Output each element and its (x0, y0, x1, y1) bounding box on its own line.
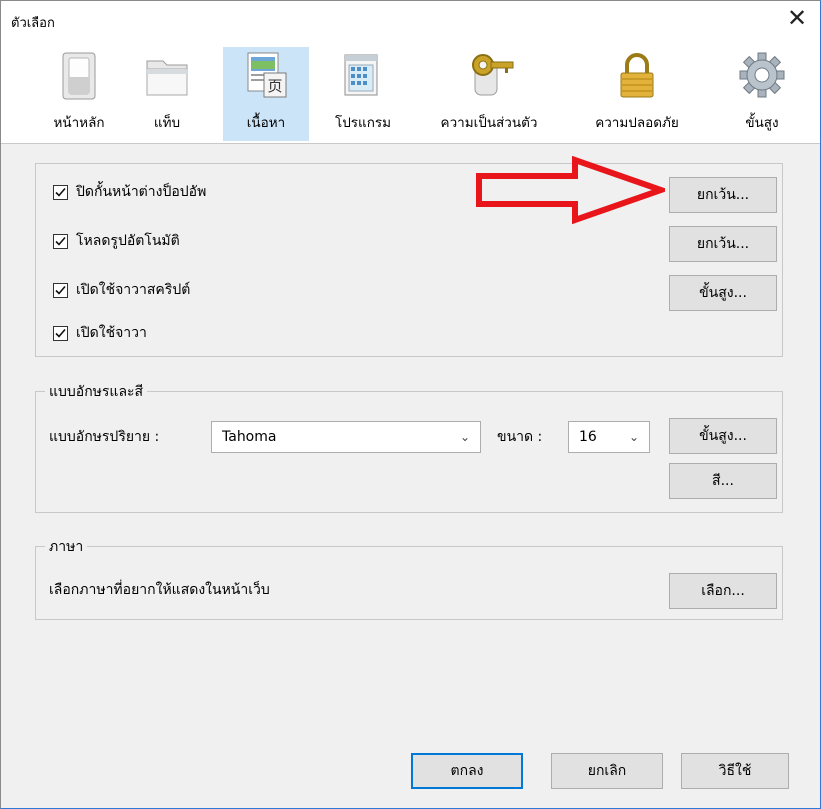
image-exceptions-button[interactable]: ยกเว้น... (669, 226, 777, 262)
tab-security[interactable]: ความปลอดภัย (575, 47, 699, 141)
load-images-checkbox[interactable] (53, 233, 68, 249)
default-font-value: Tahoma (222, 429, 277, 445)
tab-advanced[interactable]: ขั้นสูง (727, 47, 797, 141)
tab-label: โปรแกรม (334, 115, 392, 131)
switch-icon (62, 52, 96, 100)
checkmark-icon (55, 236, 66, 246)
tab-tabs[interactable]: แท็บ (135, 47, 199, 141)
checkmark-icon (55, 328, 66, 338)
fonts-advanced-button[interactable]: ขั้นสูง... (669, 418, 777, 454)
javascript-advanced-button[interactable]: ขั้นสูง... (669, 275, 777, 311)
content-page-icon: 页 (247, 52, 287, 98)
load-images-label: โหลดรูปอัตโนมัติ (76, 233, 180, 249)
popup-exceptions-button[interactable]: ยกเว้น... (669, 177, 777, 213)
gear-icon (739, 52, 785, 98)
title-bar: ตัวเลือก ✕ (1, 1, 820, 39)
chevron-down-icon: ⌄ (459, 430, 470, 444)
tab-label: ความเป็นส่วนตัว (440, 115, 538, 131)
font-size-label: ขนาด : (497, 429, 543, 445)
category-toolbar: หน้าหลัก แท็บ 页 เนื้อหา โปรแกรม ความเป็น… (1, 39, 820, 144)
tab-label: ขั้นสูง (745, 115, 779, 131)
load-images-option[interactable]: โหลดรูปอัตโนมัติ (53, 231, 180, 251)
applications-icon (344, 54, 378, 96)
default-font-label: แบบอักษรปริยาย : (49, 429, 160, 445)
tab-main[interactable]: หน้าหลัก (31, 47, 127, 141)
help-button[interactable]: วิธีใช้ (681, 753, 789, 789)
enable-javascript-label: เปิดใช้จาวาสคริปต์ (76, 282, 191, 298)
tab-label: หน้าหลัก (53, 115, 105, 131)
folder-tab-icon (146, 60, 188, 96)
block-popups-option[interactable]: ปิดกั้นหน้าต่างป็อปอัพ (53, 182, 206, 202)
choose-languages-button[interactable]: เลือก... (669, 573, 777, 609)
window-title: ตัวเลือก (11, 16, 55, 31)
colors-button[interactable]: สี... (669, 463, 777, 499)
privacy-key-icon (472, 54, 514, 96)
enable-java-option[interactable]: เปิดใช้จาวา (53, 323, 147, 343)
languages-legend: ภาษา (45, 536, 88, 558)
chevron-down-icon: ⌄ (628, 430, 639, 444)
enable-java-checkbox[interactable] (53, 325, 68, 341)
default-font-select[interactable]: Tahoma ⌄ (211, 421, 481, 453)
fonts-colors-legend: แบบอักษรและสี (45, 381, 148, 403)
font-size-value: 16 (579, 429, 597, 445)
annotation-arrow-icon (476, 156, 665, 224)
block-popups-checkbox[interactable] (53, 184, 68, 200)
tab-label: เนื้อหา (246, 115, 286, 131)
tab-label: แท็บ (153, 115, 181, 131)
checkmark-icon (55, 187, 66, 197)
languages-description: เลือกภาษาที่อยากให้แสดงในหน้าเว็บ (49, 582, 270, 598)
close-icon[interactable]: ✕ (780, 3, 814, 33)
block-popups-label: ปิดกั้นหน้าต่างป็อปอัพ (76, 184, 207, 200)
enable-javascript-option[interactable]: เปิดใช้จาวาสคริปต์ (53, 280, 190, 300)
tab-content[interactable]: 页 เนื้อหา (223, 47, 309, 141)
ok-button[interactable]: ตกลง (411, 753, 523, 789)
font-size-select[interactable]: 16 ⌄ (568, 421, 650, 453)
cancel-button[interactable]: ยกเลิก (551, 753, 663, 789)
svg-text:页: 页 (267, 77, 282, 95)
enable-javascript-checkbox[interactable] (53, 282, 68, 298)
tab-applications[interactable]: โปรแกรม (317, 47, 409, 141)
checkmark-icon (55, 285, 66, 295)
tab-privacy[interactable]: ความเป็นส่วนตัว (419, 47, 559, 141)
options-dialog: ตัวเลือก ✕ หน้าหลัก แท็บ 页 เนื้อหา โปรแก… (0, 0, 821, 809)
tab-label: ความปลอดภัย (595, 115, 679, 131)
enable-java-label: เปิดใช้จาวา (76, 325, 147, 341)
padlock-icon (620, 53, 654, 98)
